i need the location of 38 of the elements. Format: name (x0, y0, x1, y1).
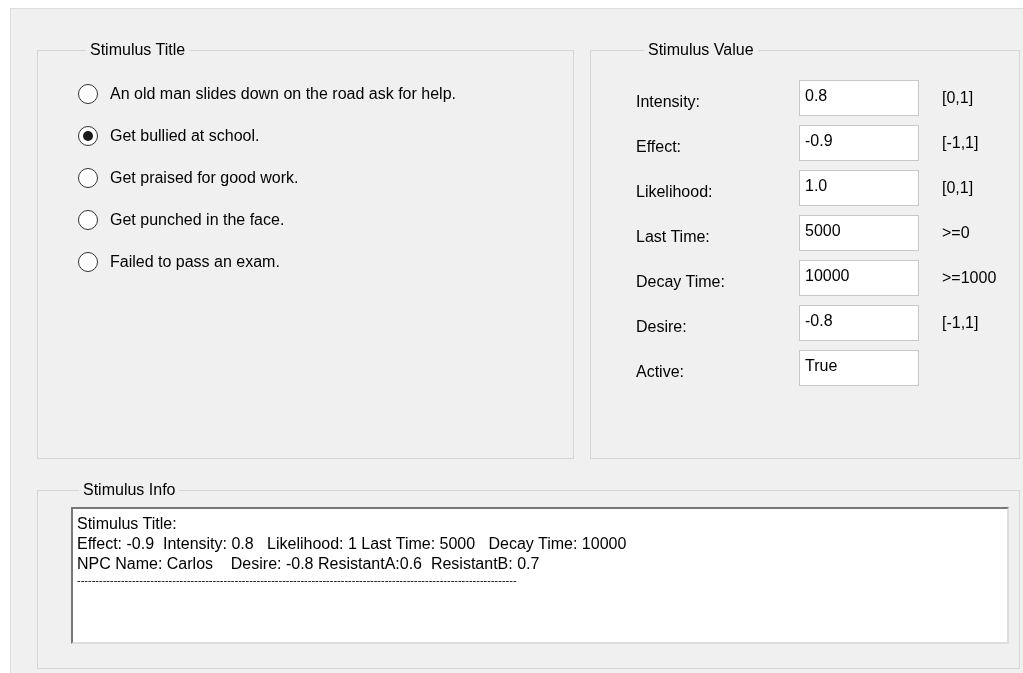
group-title: Stimulus Value (647, 41, 755, 59)
field-label: Active: (636, 361, 685, 381)
field-label: Desire: (636, 316, 688, 336)
group-title: Stimulus Info (82, 481, 177, 499)
input-field[interactable]: 0.8 (799, 79, 919, 116)
range-hint: [-1,1] (942, 133, 980, 152)
range-hint: [0,1] (942, 88, 975, 107)
radio-button[interactable] (78, 168, 98, 188)
radio-label[interactable]: Get praised for good work. (110, 169, 299, 187)
info-text-box[interactable] (71, 507, 1009, 644)
field-label: Decay Time: (636, 271, 726, 291)
input-field[interactable]: -0.9 (799, 124, 919, 161)
range-hint: >=1000 (942, 268, 998, 287)
radio-label[interactable]: An old man slides down on the road ask for help. (110, 85, 456, 103)
field-label: Intensity: (636, 91, 702, 111)
input-field[interactable]: True (799, 349, 919, 386)
field-label: Effect: (636, 136, 683, 156)
input-field[interactable]: 5000 (799, 214, 919, 251)
radio-button[interactable] (78, 126, 98, 146)
input-field[interactable]: 1.0 (799, 169, 919, 206)
group-title: Stimulus Title (89, 41, 187, 59)
info-line: ------------------------------------------------------------------------------------------------------------------------ (77, 574, 518, 586)
radio-button[interactable] (78, 252, 98, 272)
field-label: Likelihood: (636, 181, 714, 201)
radio-label[interactable]: Get punched in the face. (110, 211, 285, 229)
radio-label[interactable]: Get bullied at school. (110, 127, 260, 145)
radio-label[interactable]: Failed to pass an exam. (110, 253, 280, 271)
info-line: Stimulus Title: (77, 514, 178, 534)
input-field[interactable]: 10000 (799, 259, 919, 296)
radio-button[interactable] (78, 210, 98, 230)
field-label: Last Time: (636, 226, 711, 246)
range-hint: >=0 (942, 223, 971, 242)
radio-button[interactable] (78, 84, 98, 104)
range-hint: [-1,1] (942, 313, 980, 332)
input-field[interactable]: -0.8 (799, 304, 919, 341)
info-line: Effect: -0.9 Intensity: 0.8 Likelihood: 1 Last Time: 5000 Decay Time: 10000 (77, 534, 628, 554)
range-hint: [0,1] (942, 178, 975, 197)
info-line: NPC Name: Carlos Desire: -0.8 ResistantA:0.6 ResistantB: 0.7 (77, 554, 541, 574)
